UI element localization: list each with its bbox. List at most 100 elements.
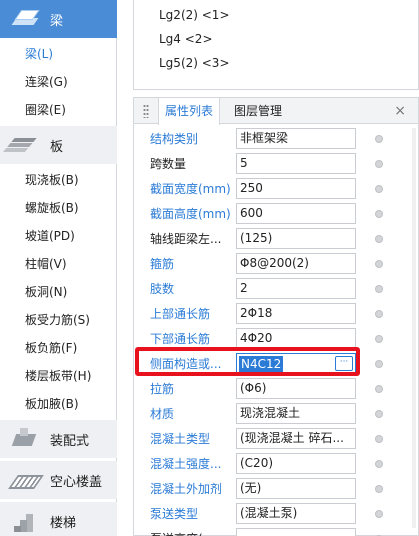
- property-name: 混凝土外加剂: [150, 482, 223, 496]
- property-value[interactable]: (无): [236, 478, 356, 499]
- close-icon[interactable]: ×: [394, 103, 406, 119]
- attach-property-toggle[interactable]: [375, 185, 383, 193]
- property-name: 箍筋: [150, 257, 175, 271]
- property-row[interactable]: 截面宽度(mm) 250: [134, 176, 418, 201]
- property-row[interactable]: 泵送类型 (混凝土泵): [134, 501, 418, 526]
- beam-icon: [12, 6, 38, 32]
- list-item[interactable]: Lg2(2) <1>: [159, 8, 230, 22]
- stair-icon: [12, 508, 38, 534]
- nav-item-spiral-slab[interactable]: 螺旋板(B): [25, 198, 79, 218]
- nav-group-stair[interactable]: 楼梯: [0, 502, 117, 536]
- attach-property-toggle[interactable]: [375, 335, 383, 343]
- list-item[interactable]: Lg4 <2>: [159, 32, 213, 46]
- property-value[interactable]: 2Φ18: [236, 303, 356, 324]
- property-row[interactable]: 混凝土强度... (C20): [134, 451, 418, 476]
- hollow-slab-icon: [12, 467, 38, 493]
- nav-group-label: 空心楼盖: [50, 474, 103, 490]
- property-value[interactable]: (现浇混凝土 碎石...: [236, 428, 356, 449]
- property-row[interactable]: 截面高度(mm) 600: [134, 201, 418, 226]
- nav-item-slab-haunch[interactable]: 板加腋(B): [25, 394, 79, 414]
- attach-property-toggle[interactable]: [375, 210, 383, 218]
- attach-property-toggle[interactable]: [375, 510, 383, 518]
- property-name: 截面宽度(mm): [150, 182, 231, 196]
- property-name: 混凝土强度...: [150, 457, 222, 471]
- tab-property-list[interactable]: 属性列表: [158, 98, 221, 125]
- nav-item-column-cap[interactable]: 柱帽(V): [25, 254, 67, 274]
- nav-group-beam[interactable]: 梁: [0, 0, 117, 38]
- nav-group-hollow-slab[interactable]: 空心楼盖: [0, 461, 117, 499]
- slab-icon: [12, 132, 38, 158]
- attach-property-toggle[interactable]: [375, 310, 383, 318]
- property-value[interactable]: 250: [236, 178, 356, 199]
- prefab-icon: [12, 426, 38, 452]
- list-item[interactable]: Lg5(2) <3>: [159, 56, 230, 70]
- nav-group-slab[interactable]: 板: [0, 126, 117, 164]
- attach-property-toggle[interactable]: [375, 485, 383, 493]
- nav-item-ramp[interactable]: 坡道(PD): [25, 226, 75, 246]
- property-value[interactable]: (混凝土泵): [236, 503, 356, 524]
- attach-property-toggle[interactable]: [375, 460, 383, 468]
- attach-property-toggle[interactable]: [375, 135, 383, 143]
- attach-property-toggle[interactable]: [375, 360, 383, 368]
- property-row[interactable]: 泵送高度(...: [134, 526, 418, 536]
- nav-item-link-beam[interactable]: 连梁(G): [25, 72, 68, 92]
- tab-layer-manager[interactable]: 图层管理: [228, 98, 288, 124]
- nav-group-prefab[interactable]: 装配式: [0, 420, 117, 458]
- property-row[interactable]: 上部通长筋 2Φ18: [134, 301, 418, 326]
- property-name: 泵送类型: [150, 507, 199, 521]
- attach-property-toggle[interactable]: [375, 160, 383, 168]
- property-row[interactable]: 材质 现浇混凝土: [134, 401, 418, 426]
- property-name: 上部通长筋: [150, 307, 211, 321]
- property-name: 材质: [150, 407, 175, 421]
- property-row[interactable]: 结构类别 非框架梁: [134, 126, 418, 151]
- scrollbar[interactable]: [412, 128, 416, 528]
- property-name: 截面高度(mm): [150, 207, 231, 221]
- nav-group-label: 装配式: [50, 433, 90, 449]
- attach-property-toggle[interactable]: [375, 285, 383, 293]
- property-value[interactable]: Φ8@200(2): [236, 253, 356, 274]
- attach-property-toggle[interactable]: [375, 435, 383, 443]
- property-name: 跨数量: [150, 157, 187, 171]
- property-row[interactable]: 混凝土外加剂 (无): [134, 476, 418, 501]
- property-value[interactable]: 现浇混凝土: [236, 403, 356, 424]
- property-value[interactable]: 2: [236, 278, 356, 299]
- nav-item-ring-beam[interactable]: 圈梁(E): [25, 100, 66, 120]
- nav-item-slab-hole[interactable]: 板洞(N): [25, 282, 67, 302]
- component-nav: 梁 梁(L) 连梁(G) 圈梁(E) 板 现浇板(B) 螺旋板(B) 坡道(PD…: [0, 0, 117, 536]
- property-name: 轴线距梁左...: [150, 232, 222, 246]
- property-value[interactable]: 4Φ20: [236, 328, 356, 349]
- property-value[interactable]: 5: [236, 153, 356, 174]
- property-name: 结构类别: [150, 132, 199, 146]
- property-value[interactable]: (Φ6): [236, 378, 356, 399]
- property-name: 肢数: [150, 282, 175, 296]
- attach-property-toggle[interactable]: [375, 385, 383, 393]
- nav-item-cast-slab[interactable]: 现浇板(B): [25, 170, 79, 190]
- nav-group-label: 楼梯: [50, 515, 77, 531]
- property-row[interactable]: 箍筋 Φ8@200(2): [134, 251, 418, 276]
- nav-item-beam-l[interactable]: 梁(L): [25, 44, 53, 64]
- property-row[interactable]: 混凝土类型 (现浇混凝土 碎石...: [134, 426, 418, 451]
- property-row[interactable]: 跨数量 5: [134, 151, 418, 176]
- property-value[interactable]: (125): [236, 228, 356, 249]
- property-name: 拉筋: [150, 382, 175, 396]
- nav-group-label: 板: [50, 139, 64, 155]
- nav-item-slab-rebar[interactable]: 板受力筋(S): [25, 310, 90, 330]
- component-list: Lg2(2) <1> Lg4 <2> Lg5(2) <3>: [133, 0, 419, 90]
- property-row[interactable]: 轴线距梁左... (125): [134, 226, 418, 251]
- property-name: 混凝土类型: [150, 432, 211, 446]
- nav-item-negative-rebar[interactable]: 板负筋(F): [25, 338, 77, 358]
- property-row[interactable]: 拉筋 (Φ6): [134, 376, 418, 401]
- properties-panel: 属性列表 图层管理 × 结构类别 非框架梁 跨数量 5 截面宽度(mm) 250 截面高度(…: [133, 97, 419, 536]
- property-name: 下部通长筋: [150, 332, 211, 346]
- attach-property-toggle[interactable]: [375, 260, 383, 268]
- property-value[interactable]: (C20): [236, 453, 356, 474]
- attach-property-toggle[interactable]: [375, 235, 383, 243]
- drag-grip-icon[interactable]: [143, 104, 149, 118]
- nav-item-slab-strip[interactable]: 楼层板带(H): [25, 366, 91, 386]
- property-value[interactable]: [236, 528, 356, 536]
- property-value[interactable]: 600: [236, 203, 356, 224]
- property-value[interactable]: 非框架梁: [236, 128, 356, 149]
- attach-property-toggle[interactable]: [375, 410, 383, 418]
- property-name: 泵送高度(...: [150, 530, 214, 536]
- property-row[interactable]: 肢数 2: [134, 276, 418, 301]
